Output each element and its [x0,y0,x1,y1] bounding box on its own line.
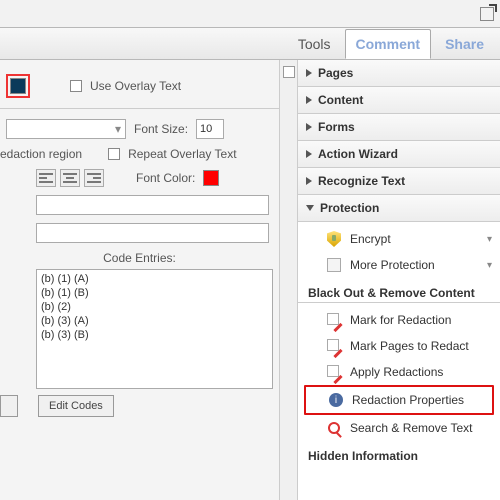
custom-text-input[interactable] [36,223,269,243]
chevron-right-icon [306,123,312,131]
apply-icon [326,364,342,380]
chevron-down-icon: ▾ [487,234,492,245]
font-size-label: Font Size: [134,122,188,136]
code-entries-list[interactable]: (b) (1) (A) (b) (1) (B) (b) (2) (b) (3) … [36,269,273,389]
document-icon [326,257,342,273]
section-label: Protection [320,201,379,215]
section-content[interactable]: Content [298,87,500,114]
title-bar [0,0,500,28]
action-label: More Protection [350,258,435,272]
section-label: Forms [318,120,355,134]
chevron-down-icon [306,205,314,211]
font-color-label: Font Color: [136,171,195,185]
panel-gutter [280,60,298,500]
align-left-button[interactable] [36,169,56,187]
mark-for-redaction-action[interactable]: Mark for Redaction [298,307,500,333]
highlighted-item: i Redaction Properties [304,385,494,415]
maximize-icon[interactable] [480,7,494,21]
gutter-icon[interactable] [283,66,295,78]
chevron-right-icon [306,69,312,77]
hidden-info-subhead: Hidden Information [298,441,500,465]
info-icon: i [328,392,344,408]
font-color-swatch[interactable] [203,170,219,186]
tab-tools[interactable]: Tools [288,30,341,58]
tools-panel: Pages Content Forms Action Wizard Recogn… [298,60,500,500]
action-label: Apply Redactions [350,365,443,379]
list-item[interactable] [39,344,270,346]
section-label: Content [318,93,363,107]
protection-body: Encrypt ▾ More Protection ▾ Black Out & … [298,222,500,477]
list-item[interactable]: (b) (1) (A) [39,272,270,286]
redact-pages-icon [326,338,342,354]
more-protection-action[interactable]: More Protection ▾ [298,252,500,278]
use-overlay-label: Use Overlay Text [90,79,181,93]
redaction-properties-action[interactable]: i Redaction Properties [306,387,492,413]
list-item[interactable]: (b) (2) [39,300,270,314]
search-remove-action[interactable]: Search & Remove Text [298,415,500,441]
encrypt-action[interactable]: Encrypt ▾ [298,226,500,252]
align-group [36,169,104,187]
action-label: Search & Remove Text [350,421,473,435]
tab-share[interactable]: Share [435,30,494,58]
list-item[interactable]: (b) (1) (B) [39,286,270,300]
chevron-right-icon [306,177,312,185]
tab-bar: Tools Comment Share [0,28,500,60]
redaction-region-label: edaction region [0,147,82,161]
action-label: Redaction Properties [352,393,464,407]
font-select[interactable]: ▾ [6,119,126,139]
tab-comment[interactable]: Comment [345,29,432,59]
overlay-text-input[interactable] [36,195,269,215]
section-label: Pages [318,66,353,80]
section-protection[interactable]: Protection [298,195,500,222]
repeat-overlay-checkbox[interactable] [108,148,120,160]
list-item[interactable]: (b) (3) (A) [39,314,270,328]
blackout-subhead: Black Out & Remove Content [298,278,500,303]
font-size-input[interactable]: 10 [196,119,224,139]
section-label: Recognize Text [318,174,405,188]
action-label: Encrypt [350,232,391,246]
prev-button[interactable] [0,395,18,417]
action-label: Mark Pages to Redact [350,339,469,353]
repeat-overlay-label: Repeat Overlay Text [128,147,237,161]
section-forms[interactable]: Forms [298,114,500,141]
redaction-dialog: Use Overlay Text ▾ Font Size: 10 edactio… [0,60,280,500]
use-overlay-checkbox[interactable] [70,80,82,92]
section-label: Action Wizard [318,147,398,161]
action-label: Mark for Redaction [350,313,451,327]
edit-codes-button[interactable]: Edit Codes [38,395,114,417]
chevron-right-icon [306,150,312,158]
list-item[interactable]: (b) (3) (B) [39,328,270,342]
section-recognize-text[interactable]: Recognize Text [298,168,500,195]
apply-redactions-action[interactable]: Apply Redactions [298,359,500,385]
chevron-down-icon: ▾ [487,260,492,271]
align-right-button[interactable] [84,169,104,187]
fill-color-swatch[interactable] [6,74,30,98]
redact-pen-icon [326,312,342,328]
align-center-button[interactable] [60,169,80,187]
code-entries-label: Code Entries: [6,251,273,265]
mark-pages-action[interactable]: Mark Pages to Redact [298,333,500,359]
section-pages[interactable]: Pages [298,60,500,87]
section-action-wizard[interactable]: Action Wizard [298,141,500,168]
chevron-right-icon [306,96,312,104]
shield-icon [326,231,342,247]
search-icon [326,420,342,436]
